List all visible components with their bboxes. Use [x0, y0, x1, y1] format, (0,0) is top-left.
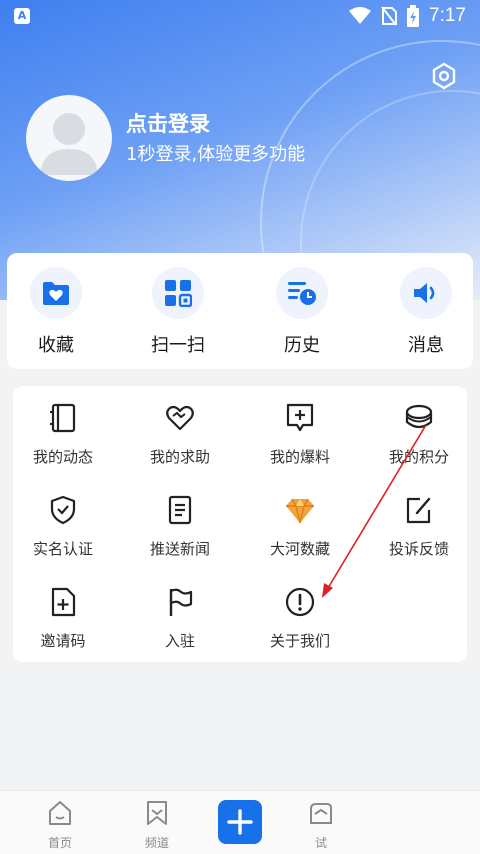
feature-my-points[interactable]: 我的积分	[369, 402, 469, 467]
flag-icon	[169, 588, 193, 616]
login-title[interactable]: 点击登录	[126, 108, 210, 138]
bookmark-icon	[147, 801, 167, 825]
feature-about-us[interactable]: 关于我们	[250, 586, 350, 651]
edit-icon	[406, 497, 431, 524]
quick-actions-card: 收藏 扫一扫 历史 消息	[7, 253, 473, 369]
feature-join[interactable]: 入驻	[130, 586, 230, 651]
feature-my-activity[interactable]: 我的动态	[13, 402, 113, 467]
feature-push-news[interactable]: 推送新闻	[130, 494, 230, 559]
quick-action-history[interactable]: 历史	[257, 267, 347, 357]
feature-complaint[interactable]: 投诉反馈	[369, 494, 469, 559]
avatar[interactable]	[26, 95, 112, 181]
no-sim-icon	[381, 6, 398, 26]
feature-my-help[interactable]: 我的求助	[130, 402, 230, 467]
scan-icon	[165, 280, 192, 307]
home-icon	[49, 801, 71, 825]
features-card: 我的动态 我的求助 我的爆料 我的积分 实名认证 推送新闻 大河数藏 投诉反馈 …	[13, 386, 467, 662]
diamond-icon	[286, 498, 314, 524]
wifi-icon	[349, 7, 372, 24]
feature-verification[interactable]: 实名认证	[13, 494, 113, 559]
publish-button[interactable]	[218, 800, 262, 844]
quick-action-favorites[interactable]: 收藏	[11, 267, 101, 357]
tab-channels[interactable]: 频道	[122, 799, 192, 851]
tab-fourth[interactable]: 试	[286, 799, 356, 851]
status-bar: A 7:17	[0, 0, 480, 34]
heart-folder-icon	[43, 282, 69, 305]
tab-icon	[310, 803, 332, 824]
coins-icon	[405, 404, 433, 429]
info-icon	[285, 587, 315, 617]
shield-check-icon	[50, 495, 76, 525]
document-icon	[168, 495, 192, 525]
login-subtitle[interactable]: 1秒登录,体验更多功能	[126, 140, 305, 166]
file-plus-icon	[51, 587, 76, 617]
speaker-icon	[414, 283, 435, 303]
feature-my-tips[interactable]: 我的爆料	[250, 402, 350, 467]
history-icon	[288, 282, 316, 305]
clock: 7:17	[429, 5, 466, 26]
heart-hands-icon	[166, 405, 194, 431]
settings-icon[interactable]	[430, 62, 458, 90]
app-badge-icon: A	[14, 8, 30, 24]
feature-invite-code[interactable]: 邀请码	[13, 586, 113, 651]
default-avatar-icon	[40, 113, 98, 175]
feature-digital-collection[interactable]: 大河数藏	[250, 494, 350, 559]
notebook-icon	[50, 403, 76, 433]
add-message-icon	[286, 403, 314, 432]
quick-action-scan[interactable]: 扫一扫	[133, 267, 223, 357]
plus-icon	[227, 809, 253, 835]
quick-action-messages[interactable]: 消息	[381, 267, 471, 357]
tab-home[interactable]: 首页	[25, 799, 95, 851]
battery-charging-icon	[407, 5, 420, 27]
